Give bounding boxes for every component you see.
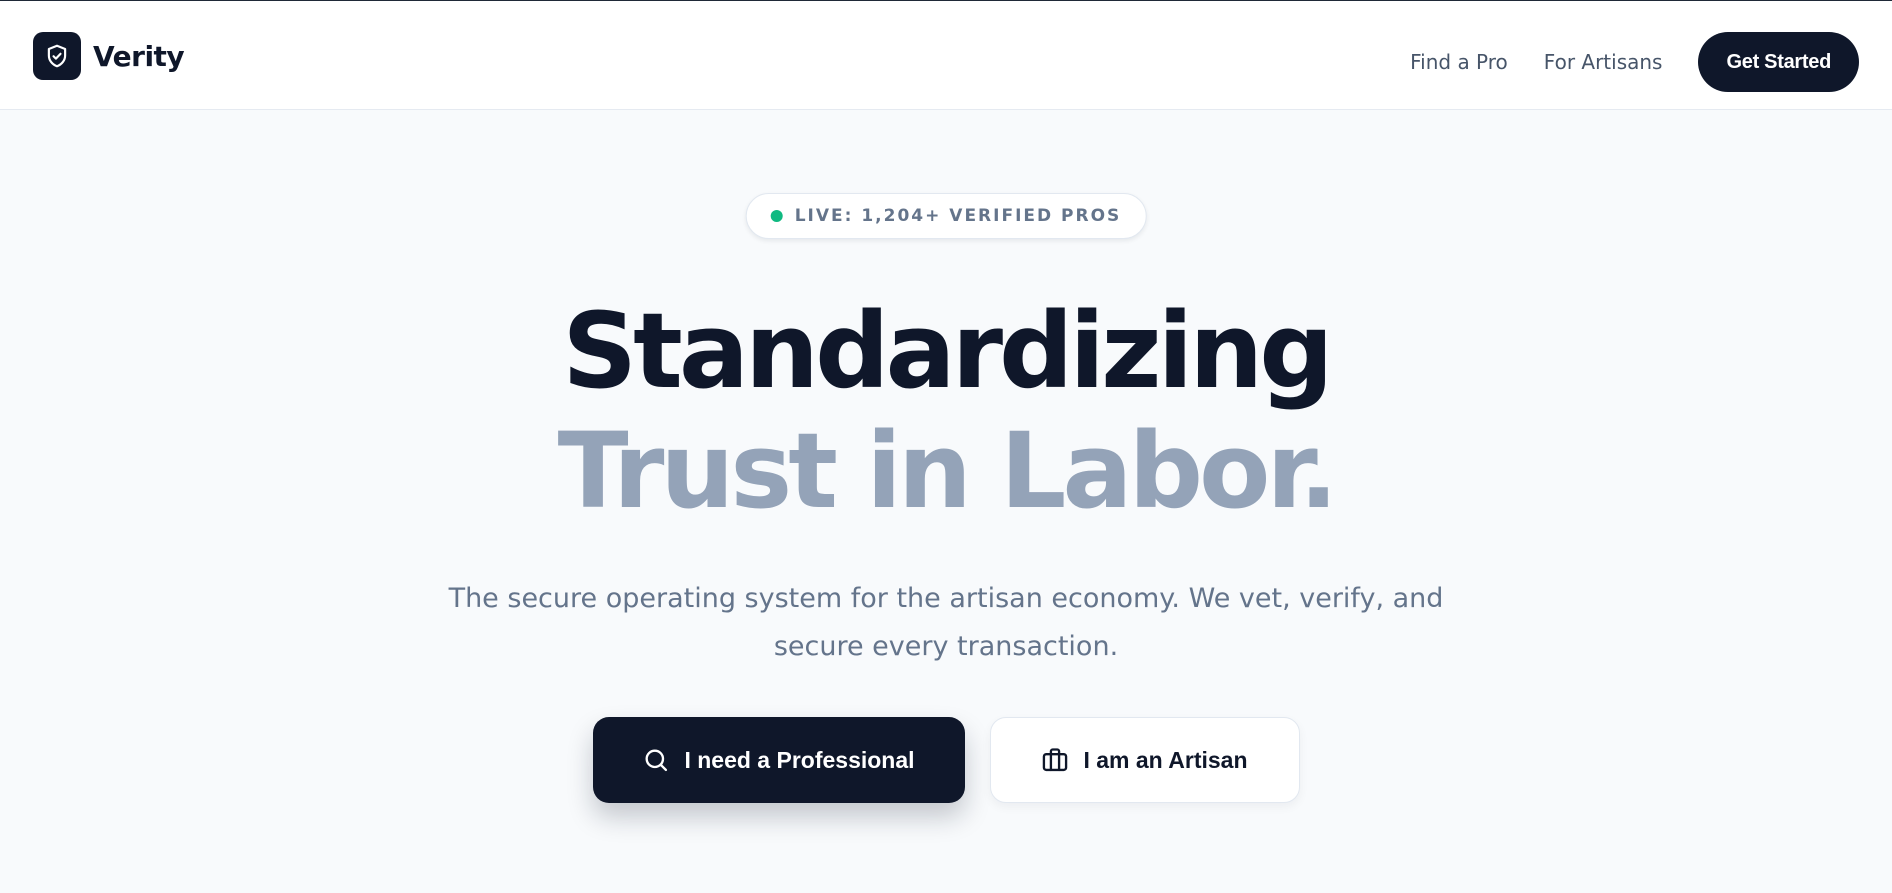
brand-link[interactable]: Verity xyxy=(33,32,185,80)
live-indicator-dot xyxy=(770,210,783,222)
live-status-text: LIVE: 1,204+ VERIFIED PROS xyxy=(794,206,1122,226)
site-header: Verity Find a Pro For Artisans Get Start… xyxy=(0,1,1892,110)
main-nav: Find a Pro For Artisans Get Started xyxy=(1410,32,1859,92)
hero-headline-line1: Standardizing xyxy=(562,290,1334,412)
brand-name: Verity xyxy=(93,39,185,73)
hero-headline-line2: Trust in Labor. xyxy=(557,410,1339,532)
live-status-badge: LIVE: 1,204+ VERIFIED PROS xyxy=(745,193,1147,239)
need-professional-label: I need a Professional xyxy=(684,746,915,773)
landing-page: Verity Find a Pro For Artisans Get Start… xyxy=(0,0,1892,893)
need-professional-button[interactable]: I need a Professional xyxy=(592,717,965,803)
nav-for-artisans[interactable]: For Artisans xyxy=(1544,50,1663,74)
am-artisan-label: I am an Artisan xyxy=(1083,746,1248,773)
am-artisan-button[interactable]: I am an Artisan xyxy=(989,717,1300,803)
nav-find-a-pro[interactable]: Find a Pro xyxy=(1410,50,1508,74)
briefcase-icon xyxy=(1041,746,1069,774)
hero-subtitle: The secure operating system for the arti… xyxy=(448,583,1444,662)
hero-actions: I need a Professional I am an Artisan xyxy=(0,717,1892,803)
shield-check-icon xyxy=(33,32,81,80)
search-icon xyxy=(642,746,670,774)
get-started-button[interactable]: Get Started xyxy=(1698,32,1859,92)
